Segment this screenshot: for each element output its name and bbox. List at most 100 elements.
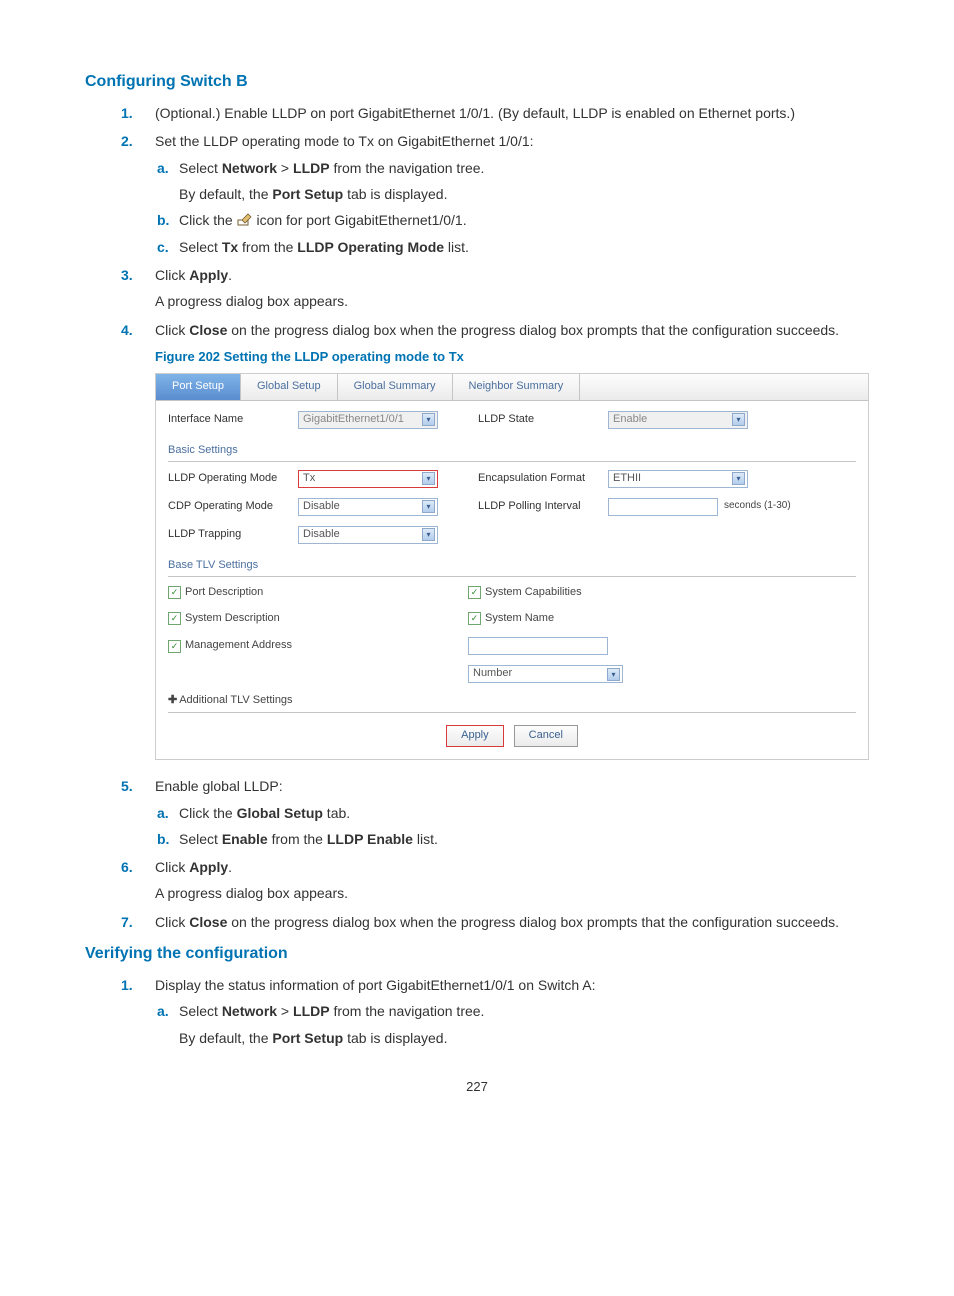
t: on the progress dialog box when the prog…	[227, 322, 839, 338]
figure-screenshot: Port Setup Global Setup Global Summary N…	[155, 373, 869, 761]
steps-list-b: 1.Display the status information of port…	[85, 975, 869, 1048]
t: list.	[413, 831, 438, 847]
t: icon for port GigabitEthernet1/0/1.	[253, 212, 467, 228]
step-2a: a. Select Network > LLDP from the naviga…	[179, 158, 869, 205]
tab-port-setup[interactable]: Port Setup	[156, 374, 241, 400]
t: >	[277, 160, 293, 176]
vstep-1a: a. Select Network > LLDP from the naviga…	[179, 1001, 869, 1048]
chevron-down-icon: ▾	[422, 528, 435, 541]
section-title-verifying: Verifying the configuration	[85, 942, 869, 965]
apply-button[interactable]: Apply	[446, 725, 504, 747]
step-2: 2.Set the LLDP operating mode to Tx on G…	[155, 131, 869, 256]
vstep-1: 1.Display the status information of port…	[155, 975, 869, 1048]
t: >	[277, 1003, 293, 1019]
encap-format-select[interactable]: ETHII▾	[608, 470, 748, 488]
t: Select	[179, 160, 222, 176]
t: tab is displayed.	[343, 186, 447, 202]
t: Click the	[179, 212, 237, 228]
t: Enable global LLDP:	[155, 778, 283, 794]
lldp-trapping-select[interactable]: Disable▾	[298, 526, 438, 544]
step-2b: b. Click the icon for port GigabitEthern…	[179, 210, 869, 230]
tab-neighbor-summary[interactable]: Neighbor Summary	[453, 374, 581, 400]
edit-port-icon	[237, 212, 253, 226]
t: LLDP Operating Mode	[297, 239, 444, 255]
step-5a: a. Click the Global Setup tab.	[179, 803, 869, 823]
figure-caption: Figure 202 Setting the LLDP operating mo…	[155, 348, 869, 367]
chevron-down-icon: ▾	[422, 472, 435, 485]
cdp-op-mode-select[interactable]: Disable▾	[298, 498, 438, 516]
checkbox-checked-icon: ✓	[168, 612, 181, 625]
encap-format-label: Encapsulation Format	[478, 471, 608, 487]
cb-management-address[interactable]: ✓Management Address	[168, 638, 292, 654]
cancel-button[interactable]: Cancel	[514, 725, 578, 747]
t: Display the status information of port G…	[155, 977, 595, 993]
mgmt-addr-type-select[interactable]: Number▾	[468, 665, 623, 683]
t: Select	[179, 1003, 222, 1019]
t: Close	[189, 914, 227, 930]
checkbox-checked-icon: ✓	[168, 640, 181, 653]
basic-settings-heading: Basic Settings	[168, 439, 856, 462]
lldp-op-mode-select[interactable]: Tx▾	[298, 470, 438, 488]
t: on the progress dialog box when the prog…	[227, 914, 839, 930]
t: from the navigation tree.	[330, 160, 485, 176]
cdp-op-mode-label: CDP Operating Mode	[168, 499, 298, 515]
t: Select	[179, 239, 222, 255]
interface-name-label: Interface Name	[168, 412, 298, 428]
step-5b: b. Select Enable from the LLDP Enable li…	[179, 829, 869, 849]
step-1-text: (Optional.) Enable LLDP on port GigabitE…	[155, 105, 795, 121]
t: Port Setup	[272, 186, 343, 202]
step-6-note: A progress dialog box appears.	[155, 883, 869, 903]
additional-tlv-toggle[interactable]: ✚Additional TLV Settings	[168, 694, 293, 706]
t: Apply	[189, 267, 228, 283]
t: LLDP	[293, 160, 330, 176]
interface-name-select[interactable]: GigabitEthernet1/0/1▾	[298, 411, 438, 429]
t: from the	[238, 239, 297, 255]
lldp-trapping-label: LLDP Trapping	[168, 527, 298, 543]
step-4: 4. Click Close on the progress dialog bo…	[155, 320, 869, 761]
step-3-note: A progress dialog box appears.	[155, 291, 869, 311]
t: Close	[189, 322, 227, 338]
cb-system-description[interactable]: ✓System Description	[168, 611, 280, 627]
plus-icon: ✚	[168, 694, 177, 706]
lldp-state-select[interactable]: Enable▾	[608, 411, 748, 429]
chevron-down-icon: ▾	[607, 668, 620, 681]
chevron-down-icon: ▾	[732, 413, 745, 426]
page-number: 227	[85, 1078, 869, 1097]
tab-global-summary[interactable]: Global Summary	[338, 374, 453, 400]
base-tlv-heading: Base TLV Settings	[168, 554, 856, 577]
t: Apply	[189, 859, 228, 875]
step-6: 6. Click Apply. A progress dialog box ap…	[155, 857, 869, 904]
tab-bar: Port Setup Global Setup Global Summary N…	[156, 374, 868, 401]
mgmt-addr-input[interactable]	[468, 637, 608, 655]
t: Click	[155, 267, 189, 283]
t: list.	[444, 239, 469, 255]
poll-interval-input[interactable]	[608, 498, 718, 516]
cb-system-name[interactable]: ✓System Name	[468, 611, 554, 627]
t: from the	[268, 831, 327, 847]
cb-port-description[interactable]: ✓Port Description	[168, 585, 263, 601]
t: Click	[155, 859, 189, 875]
step-7: 7. Click Close on the progress dialog bo…	[155, 912, 869, 932]
t: By default, the	[179, 1030, 272, 1046]
t: LLDP Enable	[327, 831, 413, 847]
step-2c: c. Select Tx from the LLDP Operating Mod…	[179, 237, 869, 257]
step-5: 5.Enable global LLDP: a. Click the Globa…	[155, 776, 869, 849]
t: Global Setup	[237, 805, 323, 821]
checkbox-checked-icon: ✓	[468, 612, 481, 625]
t: LLDP	[293, 1003, 330, 1019]
step-2-text: Set the LLDP operating mode to Tx on Gig…	[155, 133, 534, 149]
chevron-down-icon: ▾	[422, 413, 435, 426]
t: Port Setup	[272, 1030, 343, 1046]
section-title-configuring: Configuring Switch B	[85, 70, 869, 93]
tab-global-setup[interactable]: Global Setup	[241, 374, 338, 400]
t: Tx	[222, 239, 238, 255]
step-1: 1.(Optional.) Enable LLDP on port Gigabi…	[155, 103, 869, 123]
cb-system-capabilities[interactable]: ✓System Capabilities	[468, 585, 582, 601]
checkbox-checked-icon: ✓	[468, 586, 481, 599]
poll-interval-label: LLDP Polling Interval	[478, 499, 608, 515]
t: tab is displayed.	[343, 1030, 447, 1046]
t: Click the	[179, 805, 237, 821]
lldp-state-label: LLDP State	[478, 412, 608, 428]
poll-interval-unit: seconds (1-30)	[724, 499, 791, 514]
step-3: 3. Click Apply. A progress dialog box ap…	[155, 265, 869, 312]
